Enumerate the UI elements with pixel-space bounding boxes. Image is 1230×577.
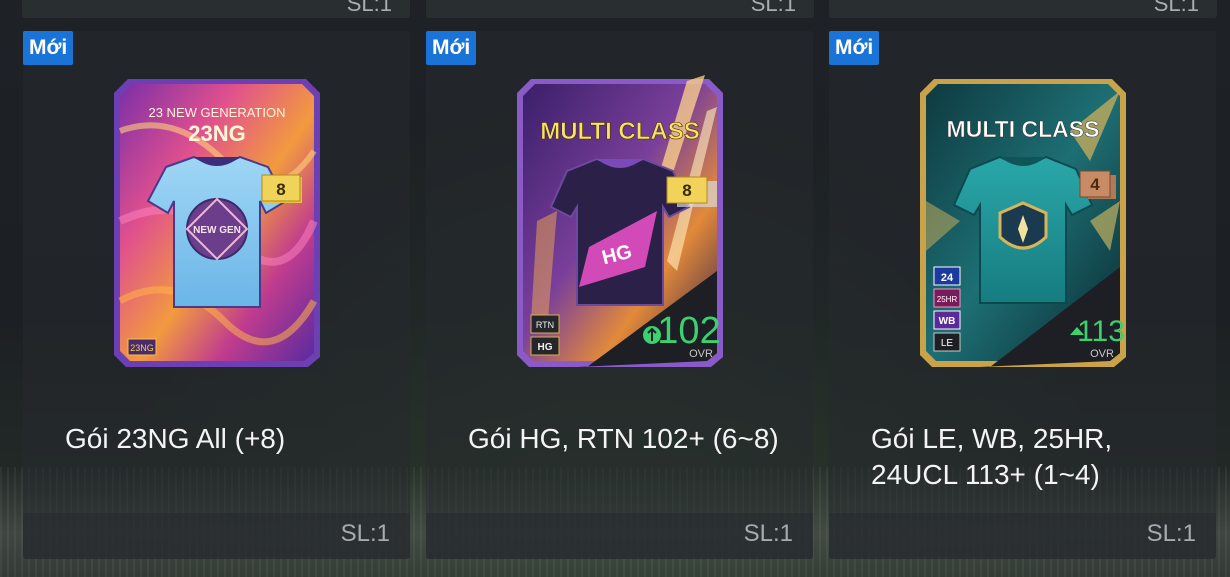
- pack-23ng-artwork: 23 NEW GENERATION 23NG NEW GEN 8 23NG: [113, 79, 320, 367]
- level-number: 8: [276, 180, 285, 199]
- pack-item-le-wb[interactable]: Mới MULTI CLASS 4 24 25HR WB LE 113 OVR …: [829, 31, 1216, 559]
- card-tag: 23NG: [130, 343, 154, 353]
- top-card-2-footer[interactable]: SL:1: [426, 0, 814, 18]
- pack-card-image: MULTI CLASS 4 24 25HR WB LE 113 OVR: [919, 71, 1126, 367]
- level-number: 4: [1090, 175, 1100, 194]
- top-card-1-footer[interactable]: SL:1: [22, 0, 410, 18]
- level-number: 8: [682, 181, 691, 200]
- crest-text: NEW GEN: [193, 225, 241, 236]
- quantity-label: SL:1: [340, 520, 390, 547]
- pack-footer: SL:1: [426, 513, 813, 559]
- card-tag-rtn: RTN: [535, 320, 553, 330]
- pack-footer: SL:1: [829, 513, 1216, 559]
- pack-title: Gói HG, RTN 102+ (6~8): [468, 423, 779, 454]
- card-title: 23NG: [188, 121, 245, 146]
- ovr-label: OVR: [1090, 348, 1114, 360]
- quantity-label: SL:1: [1146, 520, 1196, 547]
- pack-footer: SL:1: [23, 513, 410, 559]
- pack-multiclass-teal-artwork: MULTI CLASS 4 24 25HR WB LE 113 OVR: [919, 79, 1126, 367]
- quantity-label: SL:1: [750, 0, 796, 16]
- card-title: MULTI CLASS: [946, 116, 1099, 142]
- quantity-label: SL:1: [1153, 0, 1199, 16]
- card-subtitle: 23 NEW GENERATION: [148, 105, 285, 120]
- pack-card-image: 23 NEW GENERATION 23NG NEW GEN 8 23NG: [113, 71, 320, 367]
- ovr-value: 102: [657, 310, 720, 352]
- new-badge: Mới: [829, 31, 880, 65]
- new-badge: Mới: [426, 31, 477, 65]
- card-tag-wb: WB: [938, 316, 955, 327]
- ovr-label: OVR: [689, 348, 713, 360]
- card-title: MULTI CLASS: [540, 118, 700, 145]
- new-badge: Mới: [23, 31, 74, 65]
- pack-title: Gói LE, WB, 25HR, 24UCL 113+ (1~4): [871, 423, 1113, 490]
- quantity-label: SL:1: [743, 520, 793, 547]
- card-tag-25hr: 25HR: [936, 295, 957, 304]
- pack-title: Gói 23NG All (+8): [65, 423, 286, 454]
- quantity-label: SL:1: [346, 0, 392, 16]
- card-tag-hg: HG: [537, 342, 552, 353]
- card-tag-le: LE: [940, 338, 953, 349]
- pack-item-hg-rtn[interactable]: Mới MULTI CLASS HG 8 RTN HG 102 OVR Gói …: [426, 31, 813, 559]
- card-tag-24: 24: [940, 272, 953, 284]
- top-card-3-footer[interactable]: SL:1: [829, 0, 1217, 18]
- pack-card-image: MULTI CLASS HG 8 RTN HG 102 OVR: [516, 71, 723, 367]
- ovr-value: 113: [1077, 315, 1125, 348]
- pack-item-23ng[interactable]: Mới 23 NEW GENERATION 23NG NEW GEN 8 23N…: [23, 31, 410, 559]
- pack-multiclass-artwork: MULTI CLASS HG 8 RTN HG 102 OVR: [516, 75, 723, 367]
